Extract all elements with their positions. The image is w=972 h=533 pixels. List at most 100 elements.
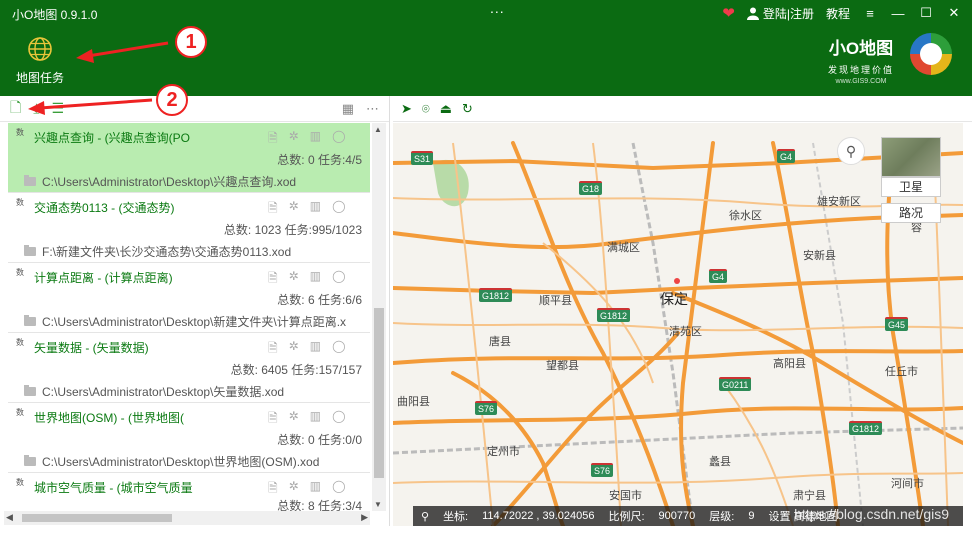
settings-file-icon[interactable]: 🗎: [268, 129, 278, 150]
gear-icon[interactable]: ✲: [289, 199, 299, 220]
task-actions: 🗎 ✲ ▥ ◯: [268, 199, 346, 220]
import-icon[interactable]: ⤓: [33, 100, 39, 117]
task-row[interactable]: 数 交通态势0113 - (交通态势) 🗎 ✲ ▥ ◯ 总数: 1023 任务:…: [8, 193, 370, 263]
scroll-thumb[interactable]: [374, 308, 384, 478]
map-label: 雄安新区: [817, 196, 861, 208]
task-path: F:\新建文件夹\长沙交通态势\交通态势0113.xod: [24, 243, 370, 260]
marker-icon[interactable]: ⌾: [422, 101, 430, 117]
play-icon[interactable]: ◯: [332, 339, 345, 360]
task-row[interactable]: 数 矢量数据 - (矢量数据) 🗎 ✲ ▥ ◯ 总数: 6405 任务:157/…: [8, 333, 370, 403]
scroll-up-icon[interactable]: ▲: [374, 125, 382, 134]
task-row[interactable]: 数 计算点距离 - (计算点距离) 🗎 ✲ ▥ ◯ 总数: 6 任务:6/6 C…: [8, 263, 370, 333]
pointer-icon[interactable]: ➤: [401, 101, 412, 117]
coord-value: 114.72022 , 39.024056: [482, 510, 595, 522]
stamp-icon[interactable]: ⏏: [440, 101, 452, 117]
satellite-thumbnail[interactable]: [881, 137, 941, 177]
task-row[interactable]: 数 兴趣点查询 - (兴趣点查询(PO 🗎 ✲ ▥ ◯ 总数: 0 任务:4/5…: [8, 123, 370, 193]
task-stats: 总数: 8 任务:3/4: [277, 499, 362, 511]
map-label: 曲阳县: [397, 396, 430, 408]
menu-icon[interactable]: ≡: [862, 6, 878, 21]
gear-icon[interactable]: ✲: [289, 269, 299, 290]
chart-icon[interactable]: ▥: [310, 269, 321, 290]
tutorial-link[interactable]: 教程: [826, 5, 850, 22]
task-path-text: C:\Users\Administrator\Desktop\兴趣点查询.xod: [42, 175, 297, 189]
map-label: 望都县: [546, 360, 579, 372]
heart-icon[interactable]: ❤: [722, 4, 735, 22]
map-label: 安新县: [803, 250, 836, 262]
map-canvas[interactable]: 徐水区 雄安新区 满城区 安新县 保定 顺平县 清苑区 唐县 望都县 高阳县 任…: [393, 123, 963, 526]
task-path: C:\Users\Administrator\Desktop\矢量数据.xod: [24, 383, 370, 400]
task-row[interactable]: 数 世界地图(OSM) - (世界地图( 🗎 ✲ ▥ ◯ 总数: 0 任务:0/…: [8, 403, 370, 473]
map-label: 满城区: [607, 242, 640, 254]
login-label: 登陆|注册: [762, 6, 814, 21]
settings-file-icon[interactable]: 🗎: [268, 269, 278, 290]
scroll-right-icon[interactable]: ▶: [361, 512, 368, 523]
task-name[interactable]: 城市空气质量 - (城市空气质量: [34, 479, 194, 496]
settings-file-icon[interactable]: 🗎: [268, 339, 278, 360]
task-name[interactable]: 兴趣点查询 - (兴趣点查询(PO: [34, 129, 194, 146]
play-icon[interactable]: ◯: [332, 199, 345, 220]
gear-icon[interactable]: ✲: [289, 129, 299, 150]
map-label: 唐县: [489, 336, 511, 348]
folder-icon: [24, 385, 36, 396]
map-task-button[interactable]: 地图任务: [14, 36, 66, 86]
task-list: 数 兴趣点查询 - (兴趣点查询(PO 🗎 ✲ ▥ ◯ 总数: 0 任务:4/5…: [8, 123, 370, 511]
settings-file-icon[interactable]: 🗎: [268, 479, 278, 500]
gear-icon[interactable]: ✲: [289, 339, 299, 360]
task-row[interactable]: 数 城市空气质量 - (城市空气质量 🗎 ✲ ▥ ◯ 总数: 8 任务:3/4: [8, 473, 370, 511]
gear-icon[interactable]: ✲: [289, 409, 299, 430]
minimize-icon[interactable]: —: [890, 6, 906, 21]
task-type-tag: 数: [16, 128, 24, 137]
brand-slogan: 发现地理价值: [827, 65, 894, 75]
scale-value: 900770: [658, 510, 696, 522]
add-file-icon[interactable]: 🗋: [10, 97, 21, 121]
play-icon[interactable]: ◯: [332, 269, 345, 290]
drag-handle[interactable]: ...: [490, 0, 505, 16]
close-icon[interactable]: ✕: [946, 5, 962, 21]
map-label: 河间市: [891, 478, 924, 490]
satellite-layer-button[interactable]: 卫星: [881, 177, 941, 197]
table-icon[interactable]: ▦: [342, 101, 354, 117]
road-badge: S31: [411, 151, 434, 165]
task-type-tag: 数: [16, 408, 24, 417]
scroll-down-icon[interactable]: ▼: [374, 500, 382, 509]
play-icon[interactable]: ◯: [332, 409, 345, 430]
road-badge: G1812: [597, 308, 631, 322]
play-icon[interactable]: ◯: [332, 129, 345, 150]
settings-file-icon[interactable]: 🗎: [268, 409, 278, 430]
annotation-badge-1: 1: [175, 26, 207, 58]
task-name[interactable]: 矢量数据 - (矢量数据): [34, 339, 194, 356]
horizontal-scrollbar[interactable]: ◀ ▶: [4, 511, 370, 525]
map-search-button[interactable]: ⚲: [837, 137, 865, 165]
login-link[interactable]: 登陆|注册: [746, 5, 814, 22]
traffic-layer-button[interactable]: 路况: [881, 203, 941, 223]
refresh-icon[interactable]: ↻: [462, 101, 473, 117]
chart-icon[interactable]: ▥: [310, 339, 321, 360]
task-name[interactable]: 计算点距离 - (计算点距离): [34, 269, 194, 286]
top-bar: 小O地图 0.9.1.0 ... ❤ 登陆|注册 教程 ≡ — ☐ ✕ 地图任务…: [0, 0, 972, 96]
task-type-tag: 数: [16, 198, 24, 207]
task-stats: 总数: 1023 任务:995/1023: [223, 223, 362, 237]
task-name[interactable]: 交通态势0113 - (交通态势): [34, 199, 194, 216]
vertical-scrollbar[interactable]: ▲ ▼: [372, 123, 386, 511]
list-icon[interactable]: ☰: [51, 100, 64, 117]
hscroll-thumb[interactable]: [22, 514, 172, 522]
location-icon: ⚲: [421, 510, 430, 523]
folder-icon: [24, 245, 36, 256]
brand: 小O地图 发现地理价值 www.GIS9.COM: [828, 34, 894, 85]
scroll-left-icon[interactable]: ◀: [6, 512, 13, 523]
task-name[interactable]: 世界地图(OSM) - (世界地图(: [34, 409, 194, 426]
chart-icon[interactable]: ▥: [310, 199, 321, 220]
level-label: 层级:: [709, 511, 735, 523]
map-task-label: 地图任务: [15, 71, 64, 85]
chart-icon[interactable]: ▥: [310, 409, 321, 430]
map-label: 清苑区: [669, 326, 702, 338]
chart-icon[interactable]: ▥: [310, 129, 321, 150]
settings-file-icon[interactable]: 🗎: [268, 199, 278, 220]
map-label: 顺平县: [539, 295, 572, 307]
more-icon[interactable]: ⋯: [366, 101, 379, 117]
map-toolbar: ➤ ⌾ ⏏ ↻: [393, 96, 972, 122]
task-path-text: F:\新建文件夹\长沙交通态势\交通态势0113.xod: [42, 245, 292, 259]
annotation-badge-2: 2: [156, 84, 188, 116]
maximize-icon[interactable]: ☐: [918, 5, 934, 21]
